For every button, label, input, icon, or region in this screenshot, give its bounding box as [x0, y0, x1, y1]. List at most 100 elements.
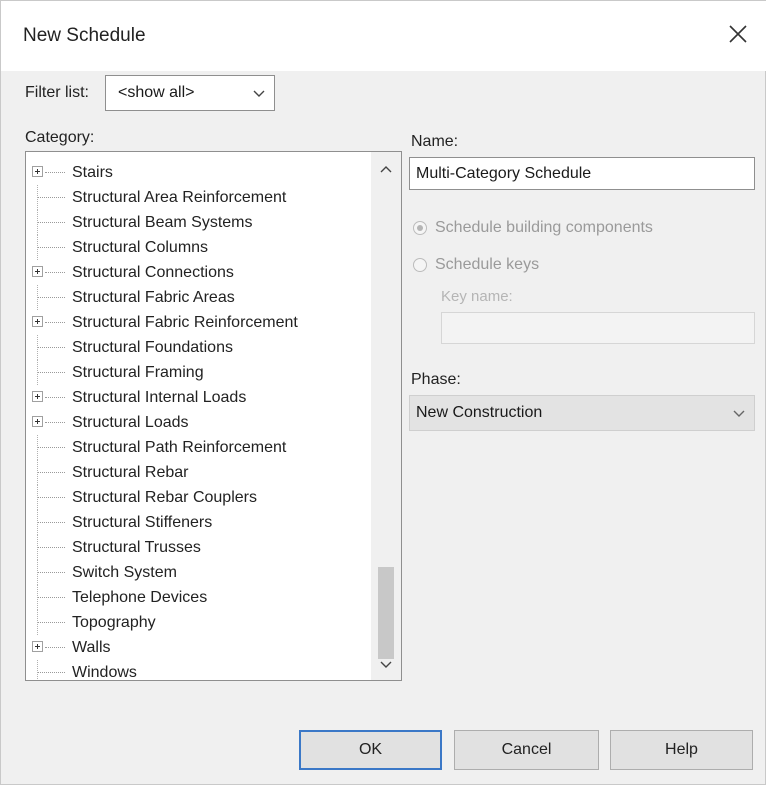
category-item[interactable]: Windows [26, 660, 371, 681]
category-tree: Stairs Structural Area Reinforcement Struc… [26, 160, 371, 681]
tree-connector [38, 472, 65, 474]
category-item-label: Structural Fabric Areas [72, 289, 235, 306]
category-item[interactable]: Structural Foundations [26, 335, 371, 360]
tree-connector [38, 447, 65, 449]
phase-label: Phase: [411, 371, 461, 388]
category-item[interactable]: Structural Loads [26, 410, 371, 435]
category-item-label: Structural Path Reinforcement [72, 439, 287, 456]
category-item[interactable]: Structural Fabric Areas [26, 285, 371, 310]
tree-connector [45, 322, 65, 324]
category-item-label: Structural Rebar Couplers [72, 489, 257, 506]
category-item[interactable]: Structural Beam Systems [26, 210, 371, 235]
expand-plus-icon[interactable] [32, 266, 43, 277]
category-item[interactable]: Structural Path Reinforcement [26, 435, 371, 460]
category-item-label: Telephone Devices [72, 589, 208, 606]
name-field[interactable]: Multi-Category Schedule [409, 157, 755, 190]
category-item[interactable]: Structural Fabric Reinforcement [26, 310, 371, 335]
category-item[interactable]: Structural Area Reinforcement [26, 185, 371, 210]
tree-connector [38, 222, 65, 224]
schedule-keys-label: Schedule keys [435, 256, 540, 273]
category-item-label: Stairs [72, 164, 113, 181]
category-item-label: Structural Area Reinforcement [72, 189, 287, 206]
radio-button[interactable] [413, 221, 427, 235]
category-item-label: Walls [72, 639, 111, 656]
tree-connector [38, 597, 65, 599]
expand-plus-icon[interactable] [32, 391, 43, 402]
tree-connector [45, 272, 65, 274]
tree-connector [45, 397, 65, 399]
chevron-up-icon [380, 166, 392, 173]
schedule-components-label: Schedule building components [435, 219, 653, 236]
category-item[interactable]: Structural Framing [26, 360, 371, 385]
category-item[interactable]: Switch System [26, 560, 371, 585]
tree-connector [38, 522, 65, 524]
category-item[interactable]: Structural Connections [26, 260, 371, 285]
category-item-label: Windows [72, 664, 137, 681]
category-item-label: Structural Fabric Reinforcement [72, 314, 298, 331]
category-item[interactable]: Telephone Devices [26, 585, 371, 610]
phase-value: New Construction [416, 404, 543, 421]
expand-plus-icon[interactable] [32, 641, 43, 652]
help-button[interactable]: Help [610, 730, 753, 770]
tree-connector [38, 347, 65, 349]
expand-plus-icon[interactable] [32, 166, 43, 177]
category-item[interactable]: Walls [26, 635, 371, 660]
category-item-label: Structural Internal Loads [72, 389, 247, 406]
close-icon [729, 25, 747, 43]
category-item[interactable]: Structural Trusses [26, 535, 371, 560]
filter-list-value: <show all> [118, 84, 195, 101]
category-item[interactable]: Stairs [26, 160, 371, 185]
scroll-thumb[interactable] [378, 567, 394, 659]
category-item[interactable]: Structural Rebar Couplers [26, 485, 371, 510]
category-scrollbar[interactable] [371, 152, 401, 680]
scroll-down-button[interactable] [371, 652, 401, 676]
tree-connector [38, 547, 65, 549]
tree-connector [38, 572, 65, 574]
name-label: Name: [411, 133, 459, 150]
tree-connector [38, 372, 65, 374]
category-item-label: Structural Foundations [72, 339, 233, 356]
tree-connector [38, 672, 65, 674]
category-item[interactable]: Structural Rebar [26, 460, 371, 485]
category-item-label: Structural Framing [72, 364, 204, 381]
scroll-up-button[interactable] [371, 158, 401, 182]
ok-button[interactable]: OK [299, 730, 442, 770]
expand-plus-icon[interactable] [32, 416, 43, 427]
close-button[interactable] [723, 19, 753, 49]
category-item[interactable]: Structural Internal Loads [26, 385, 371, 410]
category-item-label: Structural Loads [72, 414, 189, 431]
key-name-field[interactable] [441, 312, 755, 344]
chevron-down-icon [380, 661, 392, 668]
category-item-label: Topography [72, 614, 156, 631]
filter-list-dropdown[interactable]: <show all> [105, 75, 275, 111]
cancel-button[interactable]: Cancel [454, 730, 599, 770]
tree-connector [38, 622, 65, 624]
radio-button[interactable] [413, 258, 427, 272]
chevron-down-icon [732, 406, 746, 420]
category-item-label: Structural Trusses [72, 539, 201, 556]
tree-connector [38, 497, 65, 499]
category-list[interactable]: Stairs Structural Area Reinforcement Struc… [25, 151, 402, 681]
tree-connector [45, 422, 65, 424]
category-item-label: Structural Stiffeners [72, 514, 213, 531]
key-name-label: Key name: [441, 288, 513, 305]
expand-plus-icon[interactable] [32, 316, 43, 327]
category-item[interactable]: Structural Columns [26, 235, 371, 260]
category-item-label: Structural Beam Systems [72, 214, 253, 231]
tree-connector [38, 197, 65, 199]
new-schedule-dialog: New Schedule Filter list: <show all> Cat… [0, 0, 766, 785]
filter-list-label: Filter list: [25, 84, 89, 101]
tree-connector [38, 247, 65, 249]
tree-line [37, 660, 39, 680]
category-label: Category: [25, 129, 95, 146]
category-item-label: Structural Columns [72, 239, 209, 256]
phase-dropdown[interactable]: New Construction [409, 395, 755, 431]
tree-connector [38, 297, 65, 299]
chevron-down-icon [252, 86, 266, 100]
title-bar: New Schedule [1, 1, 766, 71]
category-item[interactable]: Topography [26, 610, 371, 635]
category-item-label: Switch System [72, 564, 177, 581]
category-item-label: Structural Connections [72, 264, 234, 281]
dialog-title: New Schedule [23, 25, 146, 46]
category-item[interactable]: Structural Stiffeners [26, 510, 371, 535]
